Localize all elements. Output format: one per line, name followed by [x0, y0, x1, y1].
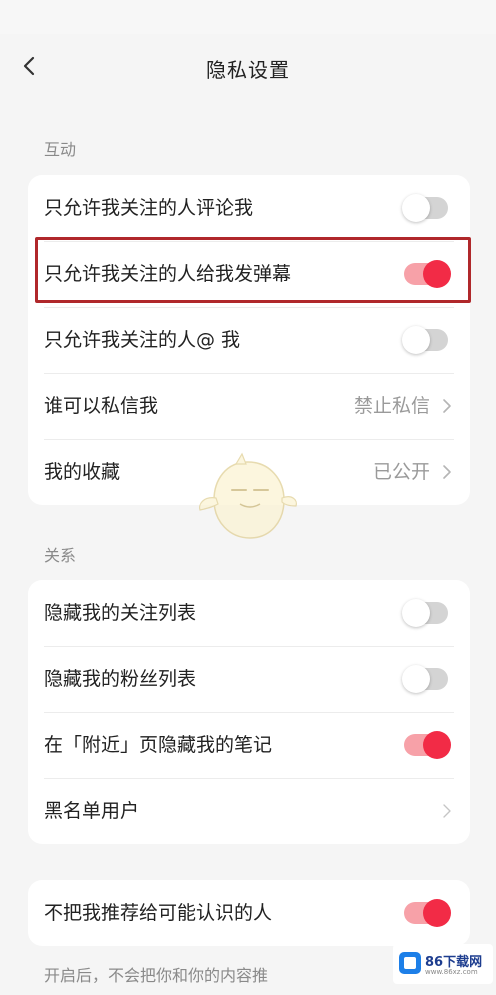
toggle-knob: [423, 731, 451, 759]
row-label: 隐藏我的关注列表: [44, 602, 197, 624]
row-label: 黑名单用户: [44, 800, 140, 822]
section-label-interaction: 互动: [44, 140, 77, 159]
toggle-switch[interactable]: [404, 731, 451, 759]
toggle-switch[interactable]: [402, 665, 448, 693]
row-label: 只允许我关注的人评论我: [44, 197, 254, 219]
settings-row-who-can-message[interactable]: 谁可以私信我 禁止私信: [28, 373, 470, 439]
row-value: 禁止私信: [353, 395, 430, 417]
settings-row-hide-following-list[interactable]: 隐藏我的关注列表: [28, 580, 470, 646]
watermark-logo: 86下载网 www.86xz.com: [393, 944, 493, 984]
chevron-right-icon: [443, 465, 451, 479]
row-label: 不把我推荐给可能认识的人: [44, 902, 273, 924]
settings-row-no-recommend[interactable]: 不把我推荐给可能认识的人: [28, 880, 470, 946]
toggle-knob: [402, 194, 430, 222]
watermark-icon: [399, 952, 421, 974]
toggle-switch[interactable]: [402, 326, 448, 354]
settings-row-danmaku-only-following[interactable]: 只允许我关注的人给我发弹幕: [28, 241, 470, 307]
chevron-right-icon: [443, 399, 451, 413]
toggle-knob: [402, 326, 430, 354]
mascot-watermark-icon: [199, 452, 297, 539]
section-label-relation: 关系: [44, 546, 77, 565]
row-value: 已公开: [372, 461, 430, 483]
row-label: 谁可以私信我: [44, 395, 159, 417]
toggle-knob: [402, 665, 430, 693]
status-area: [0, 0, 496, 34]
settings-row-hide-fans-list[interactable]: 隐藏我的粉丝列表: [28, 646, 470, 712]
relation-card: 隐藏我的关注列表 隐藏我的粉丝列表 在「附近」页隐藏我的笔记 黑名单用户: [28, 580, 470, 844]
toggle-knob: [423, 899, 451, 927]
row-label: 我的收藏: [44, 461, 121, 483]
nav-bar: 隐私设置: [0, 34, 496, 102]
toggle-knob: [423, 260, 451, 288]
row-label: 只允许我关注的人给我发弹幕: [44, 263, 292, 285]
row-label: 只允许我关注的人@ 我: [44, 329, 241, 351]
toggle-switch[interactable]: [402, 599, 448, 627]
toggle-switch[interactable]: [402, 194, 448, 222]
toggle-switch[interactable]: [404, 899, 451, 927]
settings-row-comment-only-following[interactable]: 只允许我关注的人评论我: [28, 175, 470, 241]
settings-row-blacklist[interactable]: 黑名单用户: [28, 778, 470, 844]
toggle-switch[interactable]: [404, 260, 451, 288]
settings-row-mention-only-following[interactable]: 只允许我关注的人@ 我: [28, 307, 470, 373]
page-title: 隐私设置: [206, 58, 290, 82]
settings-row-hide-notes-nearby[interactable]: 在「附近」页隐藏我的笔记: [28, 712, 470, 778]
chevron-right-icon: [443, 804, 451, 818]
watermark-url: www.86xz.com: [425, 968, 478, 976]
row-label: 隐藏我的粉丝列表: [44, 668, 197, 690]
toggle-knob: [402, 599, 430, 627]
recommend-card: 不把我推荐给可能认识的人: [28, 880, 470, 946]
recommend-footer-note: 开启后，不会把你和你的内容推: [44, 966, 269, 985]
row-label: 在「附近」页隐藏我的笔记: [44, 734, 273, 756]
